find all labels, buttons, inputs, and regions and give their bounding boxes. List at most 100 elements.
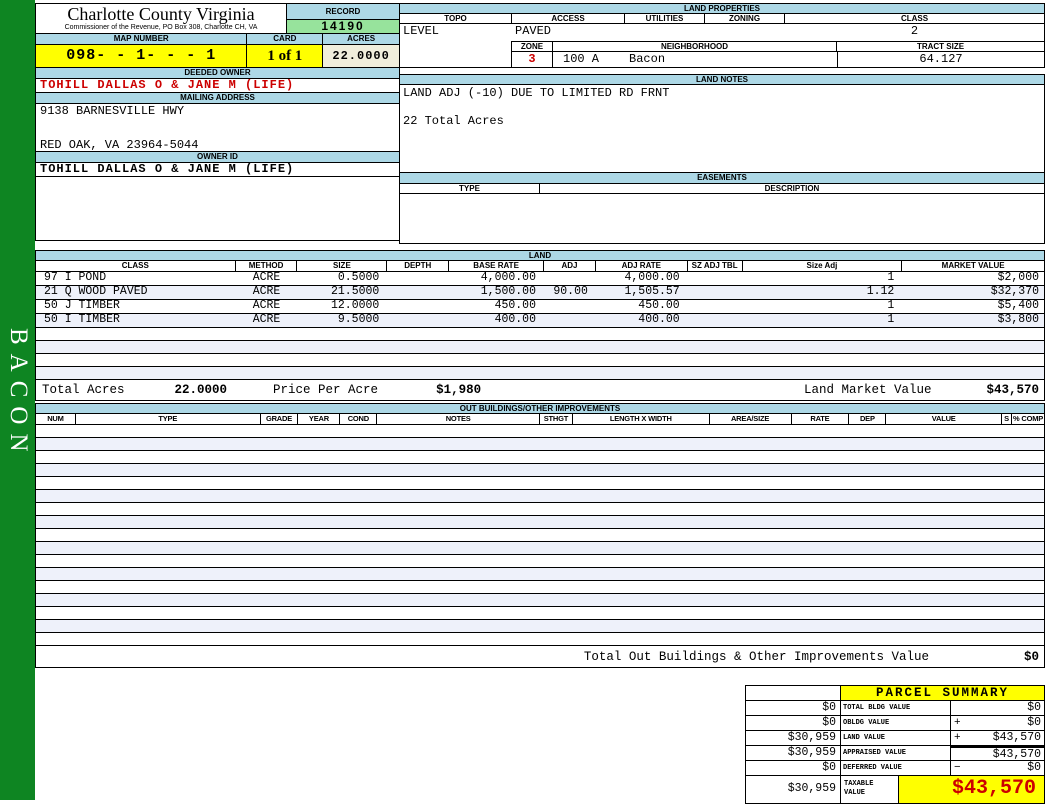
utilities-value [625,24,705,41]
summary-row-taxable: $30,959 TAXABLE VALUE $43,570 [746,775,1044,803]
ob-row-empty [35,503,1045,516]
class-value: 2 [910,24,919,38]
out-buildings-section: OUT BUILDINGS/OTHER IMPROVEMENTS NUM TYP… [35,403,1045,668]
out-buildings-header: NUM TYPE GRADE YEAR COND NOTES STHGT LEN… [35,414,1045,425]
parcel-summary-title: PARCEL SUMMARY [841,686,1044,700]
class-label: CLASS [785,14,1044,24]
topo-label: TOPO [400,14,512,24]
ob-row-empty [35,555,1045,568]
card-value: 1 of 1 [247,45,324,68]
ob-row-empty [35,464,1045,477]
land-row-empty [35,328,1045,341]
neighborhood-band-text: BACON [5,328,32,461]
easements-empty-box [399,194,1045,244]
zoning-value [705,24,785,41]
mailing-address: 9138 BARNESVILLE HWY RED OAK, VA 23964-5… [35,104,400,152]
land-col-size-adj: Size Adj [742,261,903,272]
land-notes: LAND ADJ (-10) DUE TO LIMITED RD FRNT 22… [399,85,1045,173]
out-buildings-label: OUT BUILDINGS/OTHER IMPROVEMENTS [35,403,1045,414]
land-row: 50 I TIMBER ACRE 9.5000 400.00 400.00 1 … [35,314,1045,328]
ob-col-cond: COND [340,414,378,425]
land-col-sz-adj-tbl: SZ ADJ TBL [687,261,743,272]
deeded-owner-value: TOHILL DALLAS O & JANE M (LIFE) [35,79,400,93]
land-col-market-value: MARKET VALUE [902,261,1044,272]
acres-value: 22.0000 [323,45,401,68]
access-value: PAVED [515,24,552,38]
land-section-label: LAND [35,250,1045,261]
property-record-card: Charlotte County Virginia Commissioner o… [35,3,1045,804]
summary-row-obldg: $0 OBLDG VALUE + $0 [746,716,1044,731]
land-row: 97 I POND ACRE 0.5000 4,000.00 4,000.00 … [35,272,1045,286]
tract-size-label: TRACT SIZE [837,42,1044,52]
summary-row-appraised: $30,959 APPRAISED VALUE $43,570 [746,746,1044,761]
out-buildings-total-label: Total Out Buildings & Other Improvements… [583,649,929,664]
neighborhood-value: 100 A Bacon [553,52,837,68]
address-line-1: 9138 BARNESVILLE HWY [40,104,185,118]
land-market-value: $43,570 [986,382,1039,397]
ob-col-sthgt: STHGT [539,414,573,425]
ob-row-empty [35,451,1045,464]
ob-row-empty [35,581,1045,594]
ob-row-empty [35,425,1045,438]
taxable-value: $43,570 [899,776,1044,803]
zone-value: 3 [512,52,553,68]
easement-description-label: DESCRIPTION [540,184,1044,194]
ob-row-empty [35,438,1045,451]
ob-col-num: NUM [36,414,76,425]
county-header: Charlotte County Virginia Commissioner o… [36,4,287,33]
ob-col-rate: RATE [791,414,850,425]
map-number-label: MAP NUMBER [36,34,248,45]
ob-col-grade: GRADE [260,414,299,425]
zoning-label: ZONING [705,14,785,24]
ob-row-empty [35,594,1045,607]
record-label: RECORD [287,4,399,20]
land-notes-label: LAND NOTES [399,74,1045,85]
land-market-value-label: Land Market Value [803,382,932,397]
map-number-value: 098- - 1- - - 1 [36,45,248,68]
ob-col-area-size: AREA/SIZE [709,414,792,425]
ob-row-empty [35,490,1045,503]
land-col-adj: ADJ [544,261,596,272]
easement-type-label: TYPE [400,184,540,194]
ob-col-year: YEAR [298,414,341,425]
ob-row-empty [35,477,1045,490]
ob-row-empty [35,542,1045,555]
county-subtitle: Commissioner of the Revenue, PO Box 308,… [64,24,258,31]
address-line-2: RED OAK, VA 23964-5044 [40,138,199,152]
land-row-empty [35,354,1045,367]
record-value: 14190 [287,20,399,33]
topo-value: LEVEL [403,24,440,38]
ob-col-pct-comp: % COMP [1012,414,1044,425]
owner-panel: Charlotte County Virginia Commissioner o… [35,3,401,241]
owner-panel-empty-box [35,177,400,241]
ob-col-value: VALUE [886,414,1003,425]
price-per-acre-label: Price Per Acre [273,382,379,397]
summary-row-land: $30,959 LAND VALUE + $43,570 [746,731,1044,746]
land-row: 21 Q WOOD PAVED ACRE 21.5000 1,500.00 90… [35,286,1045,300]
ob-col-notes: NOTES [377,414,540,425]
out-buildings-total-value: $0 [1023,649,1039,664]
price-per-acre-value: $1,980 [436,382,482,397]
land-row-empty [35,341,1045,354]
land-properties-label: LAND PROPERTIES [399,3,1045,14]
total-acres-value: 22.0000 [174,382,228,397]
neighborhood-code: 100 A [563,52,600,66]
card-label: CARD [247,34,324,45]
land-col-adj-rate: ADJ RATE [595,261,688,272]
land-totals-row: Total Acres 22.0000 Price Per Acre $1,98… [35,380,1045,401]
utilities-label: UTILITIES [625,14,705,24]
land-note-line-2: 22 Total Acres [403,114,504,128]
land-col-depth: DEPTH [387,261,450,272]
ob-row-empty [35,529,1045,542]
ob-col-s: S [1002,414,1013,425]
ob-row-empty [35,633,1045,646]
ob-row-empty [35,516,1045,529]
ob-row-empty [35,568,1045,581]
land-row: 50 J TIMBER ACRE 12.0000 450.00 450.00 1… [35,300,1045,314]
ob-row-empty [35,620,1045,633]
tract-size-value: 64.127 [837,52,1044,68]
total-acres-label: Total Acres [42,382,125,397]
land-col-class: CLASS [36,261,236,272]
parcel-summary: PARCEL SUMMARY $0 TOTAL BLDG VALUE $0 $0… [745,685,1045,804]
land-properties-panel: LAND PROPERTIES TOPO ACCESS UTILITIES ZO… [399,3,1045,244]
